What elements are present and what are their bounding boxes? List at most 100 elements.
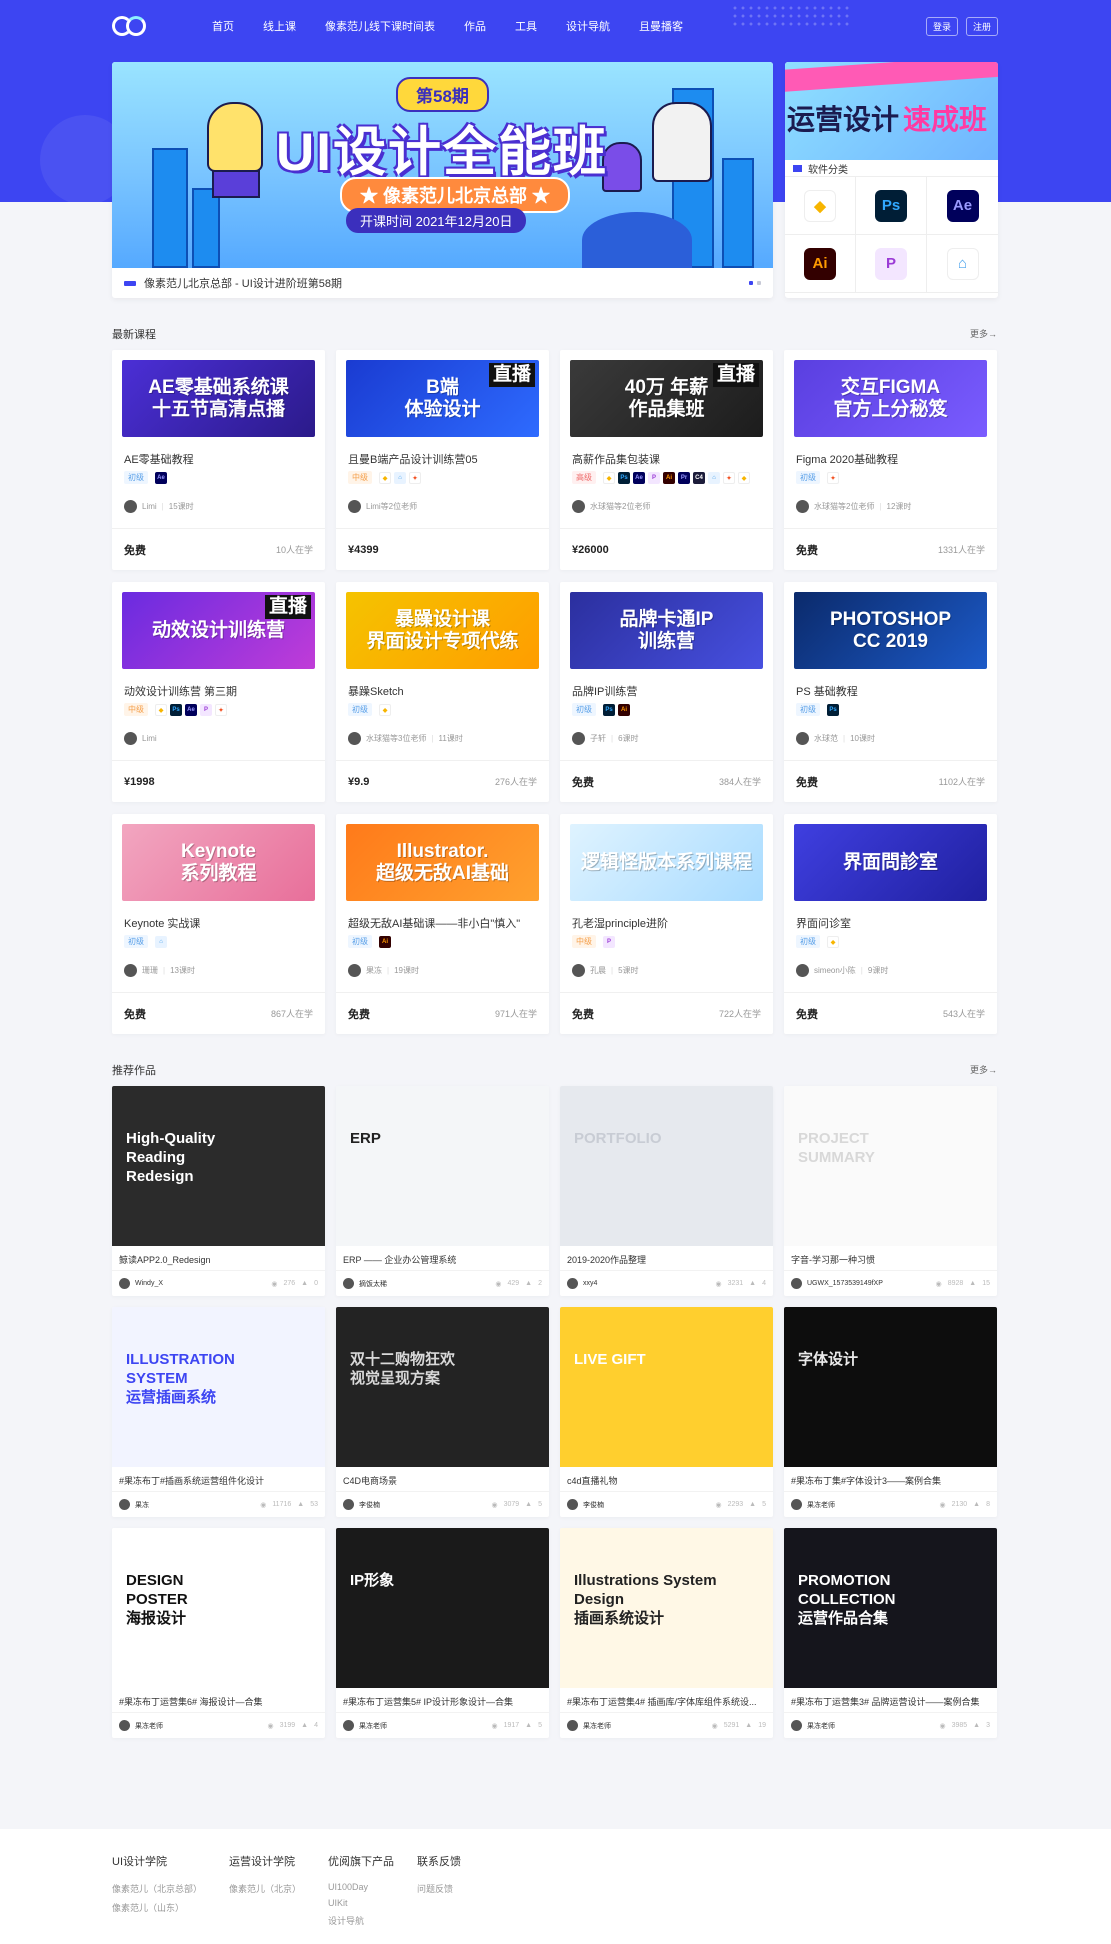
teacher-name[interactable]: 水球猫等2位老师 [590, 501, 650, 512]
work-title[interactable]: c4d直播礼物 [567, 1474, 767, 1487]
course-title[interactable]: Figma 2020基础教程 [796, 451, 898, 467]
author-name[interactable]: xxy4 [583, 1280, 597, 1287]
work-card[interactable]: IP形象 #果冻布丁运营集5# IP设计形象设计—合集 果冻老师 ◉ 1917 ▲ 5 [336, 1528, 549, 1738]
course-thumbnail[interactable]: 暴躁设计课 界面设计专项代练 [346, 592, 539, 669]
course-title[interactable]: 品牌IP训练营 [572, 683, 637, 699]
banner-caption-text[interactable]: 像素范儿北京总部 - UI设计进阶班第58期 [144, 275, 342, 291]
course-thumbnail[interactable]: AE零基础系统课 十五节高清点播 [122, 360, 315, 437]
course-title[interactable]: 界面问诊室 [796, 915, 851, 931]
author-name[interactable]: 果冻老师 [807, 1500, 835, 1510]
course-thumbnail[interactable]: 品牌卡通IP 训练营 [570, 592, 763, 669]
work-title[interactable]: #果冻布丁运营集5# IP设计形象设计—合集 [343, 1695, 543, 1708]
author-name[interactable]: 果冻 [135, 1500, 149, 1510]
nav-tools[interactable]: 工具 [515, 18, 537, 34]
course-title[interactable]: 暴躁Sketch [348, 683, 404, 699]
software-cell[interactable]: ◆ [785, 177, 856, 235]
footer-link[interactable]: 问题反馈 [417, 1882, 461, 1895]
software-cell[interactable]: Ai [785, 235, 856, 293]
course-title[interactable]: 高薪作品集包装课 [572, 451, 660, 467]
work-image[interactable]: 字体设计 [784, 1307, 997, 1467]
course-card[interactable]: 逻辑怪版本系列课程 孔老湿principle进阶 中级 P 孔晨 | 5课时 免费 722人在学 [560, 814, 773, 1034]
course-card[interactable]: Illustrator. 超级无敌AI基础 超级无敌AI基础课——非小白"慎入" 初… [336, 814, 549, 1034]
work-card[interactable]: ERP ERP —— 企业办公管理系统 摘饭太稀 ◉ 429 ▲ 2 [336, 1086, 549, 1296]
work-image[interactable]: ERP [336, 1086, 549, 1246]
teacher-name[interactable]: 水球猫等3位老师 [366, 733, 426, 744]
recommended-works-more-link[interactable]: 更多→ [970, 1063, 997, 1076]
author-name[interactable]: 李俊楠 [583, 1500, 604, 1510]
course-thumbnail[interactable]: 动效设计训练营 直播 [122, 592, 315, 669]
work-title[interactable]: #果冻布丁运营集4# 插画库/字体库组件系统设... [567, 1695, 767, 1708]
teacher-name[interactable]: Limi [142, 734, 157, 743]
course-title[interactable]: 孔老湿principle进阶 [572, 915, 668, 931]
course-card[interactable]: 交互FIGMA 官方上分秘笈 Figma 2020基础教程 初级 ✦ 水球猫等2位老师 |… [784, 350, 997, 570]
software-cell[interactable]: P [856, 235, 927, 293]
nav-home[interactable]: 首页 [212, 18, 234, 34]
course-thumbnail[interactable]: Illustrator. 超级无敌AI基础 [346, 824, 539, 901]
teacher-name[interactable]: 子轩 [590, 733, 606, 744]
nav-offline-schedule[interactable]: 像素范儿线下课时间表 [325, 18, 435, 34]
course-card[interactable]: B端 体验设计 直播 且曼B端产品设计训练营05 中级 ◆ ⌂ ✦ Limi等2位老师 ¥439… [336, 350, 549, 570]
course-card[interactable]: 暴躁设计课 界面设计专项代练 暴躁Sketch 初级 ◆ 水球猫等3位老师 | 11课时 ¥9… [336, 582, 549, 802]
teacher-name[interactable]: 果冻 [366, 965, 382, 976]
author-name[interactable]: 果冻老师 [583, 1721, 611, 1731]
work-card[interactable]: High-Quality Reading Redesign 鲸读APP2.0_Re… [112, 1086, 325, 1296]
work-image[interactable]: High-Quality Reading Redesign [112, 1086, 325, 1246]
course-title[interactable]: 超级无敌AI基础课——非小白"慎入" [348, 915, 520, 931]
work-title[interactable]: C4D电商场景 [343, 1474, 543, 1487]
author-name[interactable]: 果冻老师 [135, 1721, 163, 1731]
author-name[interactable]: 果冻老师 [807, 1721, 835, 1731]
course-card[interactable]: 动效设计训练营 直播 动效设计训练营 第三期 中级 ◆ Ps Ae P ✦ Limi ¥1998 [112, 582, 325, 802]
login-button[interactable]: 登录 [925, 16, 958, 36]
work-card[interactable]: ILLUSTRATION SYSTEM 运营插画系统 #果冻布丁#插画系统运营组件… [112, 1307, 325, 1517]
course-card[interactable]: AE零基础系统课 十五节高清点播 AE零基础教程 初级 Ae Limi | 15课时 免费 10… [112, 350, 325, 570]
work-title[interactable]: #果冻布丁#插画系统运营组件化设计 [119, 1474, 319, 1487]
work-title[interactable]: #果冻布丁运营集3# 品牌运营设计——案例合集 [791, 1695, 991, 1708]
course-thumbnail[interactable]: 界面問診室 [794, 824, 987, 901]
register-button[interactable]: 注册 [965, 16, 998, 36]
author-name[interactable]: UGWX_1573539149fXP [807, 1280, 883, 1287]
work-title[interactable]: 2019-2020作品整理 [567, 1253, 767, 1266]
course-thumbnail[interactable]: PHOTOSHOP CC 2019 [794, 592, 987, 669]
work-title[interactable]: #果冻布丁运营集6# 海报设计—合集 [119, 1695, 319, 1708]
work-image[interactable]: Illustrations System Design 插画系统设计 [560, 1528, 773, 1688]
course-title[interactable]: AE零基础教程 [124, 451, 194, 467]
work-card[interactable]: PROJECT SUMMARY 字音-学习那一种习惯 UGWX_1573539149… [784, 1086, 997, 1296]
work-title[interactable]: 字音-学习那一种习惯 [791, 1253, 991, 1266]
hero-banner[interactable]: 第58期 UI设计全能班 ★ 像素范儿北京总部 ★ 开课时间 2021年12月2… [112, 62, 773, 298]
work-image[interactable]: PROJECT SUMMARY [784, 1086, 997, 1246]
course-thumbnail[interactable]: B端 体验设计 直播 [346, 360, 539, 437]
side-banner[interactable]: 运营设计 速成班 [785, 62, 998, 160]
teacher-name[interactable]: simeon小陈 [814, 965, 856, 976]
footer-link[interactable]: UIKit [328, 1898, 394, 1908]
work-image[interactable]: IP形象 [336, 1528, 549, 1688]
work-image[interactable]: PORTFOLIO [560, 1086, 773, 1246]
work-title[interactable]: 鲸读APP2.0_Redesign [119, 1253, 319, 1266]
course-title[interactable]: PS 基础教程 [796, 683, 858, 699]
teacher-name[interactable]: 水球猫等2位老师 [814, 501, 874, 512]
work-image[interactable]: ILLUSTRATION SYSTEM 运营插画系统 [112, 1307, 325, 1467]
work-card[interactable]: Illustrations System Design 插画系统设计 #果冻布丁运… [560, 1528, 773, 1738]
carousel-dot[interactable] [757, 281, 761, 285]
teacher-name[interactable]: 珊珊 [142, 965, 158, 976]
software-cell[interactable]: ⌂ [927, 235, 998, 293]
nav-podcast[interactable]: 且曼播客 [639, 18, 683, 34]
nav-design-navigation[interactable]: 设计导航 [566, 18, 610, 34]
course-thumbnail[interactable]: 40万 年薪 作品集班 直播 [570, 360, 763, 437]
work-image[interactable]: PROMOTION COLLECTION 运营作品合集 [784, 1528, 997, 1688]
footer-link[interactable]: UI100Day [328, 1882, 394, 1892]
work-card[interactable]: 双十二购物狂欢 视觉呈现方案 C4D电商场景 李俊楠 ◉ 3079 ▲ 5 [336, 1307, 549, 1517]
banner-image[interactable]: 第58期 UI设计全能班 ★ 像素范儿北京总部 ★ 开课时间 2021年12月2… [112, 62, 773, 268]
work-card[interactable]: LIVE GIFT c4d直播礼物 李俊楠 ◉ 2293 ▲ 5 [560, 1307, 773, 1517]
work-card[interactable]: PORTFOLIO 2019-2020作品整理 xxy4 ◉ 3231 ▲ 4 [560, 1086, 773, 1296]
course-card[interactable]: 界面問診室 界面问诊室 初级 ◆ simeon小陈 | 9课时 免费 543人在学 [784, 814, 997, 1034]
nav-works[interactable]: 作品 [464, 18, 486, 34]
author-name[interactable]: 李俊楠 [359, 1500, 380, 1510]
course-thumbnail[interactable]: 交互FIGMA 官方上分秘笈 [794, 360, 987, 437]
carousel-dot[interactable] [749, 281, 753, 285]
course-title[interactable]: Keynote 实战课 [124, 915, 200, 931]
course-title[interactable]: 动效设计训练营 第三期 [124, 683, 237, 699]
work-title[interactable]: #果冻布丁集#字体设计3——案例合集 [791, 1474, 991, 1487]
footer-link[interactable]: 像素范儿（北京总部） [112, 1882, 202, 1895]
nav-online-course[interactable]: 线上课 [263, 18, 296, 34]
logo[interactable] [112, 14, 152, 38]
